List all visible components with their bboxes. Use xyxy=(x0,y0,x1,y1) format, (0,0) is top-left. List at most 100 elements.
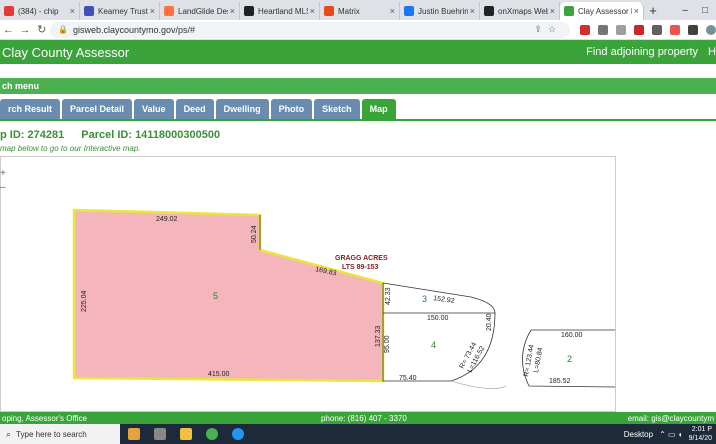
tab-label: Heartland MLS xyxy=(258,6,308,16)
dim-225: 225.04 xyxy=(81,290,88,312)
chrome-icon[interactable] xyxy=(206,428,218,440)
search-menu-bar[interactable]: ch menu xyxy=(0,78,716,94)
dim-249: 249.02 xyxy=(156,216,178,223)
dim-137: 137.33 xyxy=(375,325,382,347)
tab-close-icon[interactable]: × xyxy=(550,6,555,16)
taskbar-search-placeholder: Type here to search xyxy=(16,429,87,439)
tab-close-icon[interactable]: × xyxy=(310,6,315,16)
tab-label: Justin Buehring xyxy=(418,6,468,16)
extension-icon-2[interactable] xyxy=(598,24,609,35)
taskbar-search[interactable]: ⌕ Type here to search xyxy=(0,424,120,444)
tab-map[interactable]: Map xyxy=(361,99,396,119)
tab-sketch[interactable]: Sketch xyxy=(314,99,360,119)
reload-icon[interactable]: ↻ xyxy=(33,23,50,36)
file-explorer-icon[interactable] xyxy=(180,428,192,440)
search-menu-label: ch menu xyxy=(2,81,40,91)
tab-dwelling[interactable]: Dwelling xyxy=(215,99,269,119)
dim-8084: L=80.84 xyxy=(533,347,544,373)
task-view-icon[interactable] xyxy=(154,428,166,440)
tab-favicon-icon xyxy=(324,6,334,16)
tab-close-icon[interactable]: × xyxy=(470,6,475,16)
dim-50: 50.24 xyxy=(251,225,258,243)
tab-parcel-detail[interactable]: Parcel Detail xyxy=(62,99,133,119)
dim-150a: 150.00 xyxy=(427,315,449,322)
tray-icons[interactable]: ⌃ ▭ ◖ xyxy=(659,430,683,439)
parcel-map-svg: 249.02 50.24 169.83 225.04 415.00 137.33… xyxy=(72,208,615,389)
browser-tab-3[interactable]: Heartland MLS × xyxy=(240,2,320,20)
tab-close-icon[interactable]: × xyxy=(150,6,155,16)
tab-photo[interactable]: Photo xyxy=(270,99,313,119)
url-field[interactable]: 🔒 gisweb.claycountymo.gov/ps/# ⇪☆ xyxy=(50,21,571,38)
app-icon[interactable] xyxy=(232,428,244,440)
tab-label: Kearney Trust Co xyxy=(98,6,148,16)
extension-icon-3[interactable] xyxy=(616,24,627,35)
pdf-extension-icon[interactable] xyxy=(634,24,645,35)
maximize-button[interactable]: □ xyxy=(702,5,708,16)
browser-tab-4[interactable]: Matrix × xyxy=(320,2,400,20)
header-links: Find adjoining property H xyxy=(586,46,716,58)
header-link-h[interactable]: H xyxy=(708,46,716,58)
new-tab-button[interactable]: + xyxy=(644,2,662,20)
site-footer: oping, Assessor's Office phone: (816) 40… xyxy=(0,412,716,424)
find-adjoining-link[interactable]: Find adjoining property xyxy=(586,46,698,58)
zoom-in-button[interactable]: + xyxy=(0,167,10,181)
browser-tab-5[interactable]: Justin Buehring × xyxy=(400,2,480,20)
lock-icon: 🔒 xyxy=(58,25,68,34)
tab-value[interactable]: Value xyxy=(134,99,174,119)
tab-label: Clay Assessor Pa xyxy=(578,6,632,16)
lot-5-shape[interactable] xyxy=(72,208,385,383)
tab-favicon-icon xyxy=(244,6,254,16)
tab-favicon-icon xyxy=(564,6,574,16)
minimize-button[interactable]: – xyxy=(682,5,688,16)
dim-152: 152.92 xyxy=(433,295,455,305)
extension-icon-1[interactable] xyxy=(580,24,591,35)
footer-office: oping, Assessor's Office xyxy=(2,413,87,423)
clock-date: 9/14/20 xyxy=(688,435,712,442)
zoom-controls: + – xyxy=(0,167,10,195)
browser-tab-7[interactable]: Clay Assessor Pa× xyxy=(560,2,644,20)
tab-close-icon[interactable]: × xyxy=(390,6,395,16)
profile-avatar[interactable] xyxy=(706,24,716,35)
desktop-label[interactable]: Desktop xyxy=(624,430,653,439)
tab-favicon-icon xyxy=(484,6,494,16)
clock[interactable]: 2:01 P 9/14/20 xyxy=(689,425,712,443)
tab-close-icon[interactable]: × xyxy=(634,6,639,16)
taskbar-apps xyxy=(128,428,244,440)
lot-5-label: 5 xyxy=(213,291,218,301)
tab-close-icon[interactable]: × xyxy=(70,6,75,16)
browser-tab-0[interactable]: (384) - chip × xyxy=(0,2,80,20)
parcel-map[interactable]: 249.02 50.24 169.83 225.04 415.00 137.33… xyxy=(0,156,616,412)
bookmark-star-icon[interactable]: ⇪☆ xyxy=(534,24,562,35)
screen: (384) - chip×Kearney Trust Co×LandGlide … xyxy=(0,0,716,444)
tab-favicon-icon xyxy=(4,6,14,16)
puzzle-icon[interactable] xyxy=(688,24,699,35)
footer-email[interactable]: email: gis@claycountym xyxy=(628,414,716,423)
browser-tab-strip: (384) - chip×Kearney Trust Co×LandGlide … xyxy=(0,0,716,20)
subdivision-name: GRAGG ACRES xyxy=(335,255,388,262)
tab-favicon-icon xyxy=(164,6,174,16)
footer-phone: phone: (816) 407 - 3370 xyxy=(320,413,407,423)
tab-close-icon[interactable]: × xyxy=(230,6,235,16)
tab-label: (384) - chip xyxy=(18,6,59,16)
back-icon[interactable]: ← xyxy=(0,24,17,36)
browser-tab-1[interactable]: Kearney Trust Co× xyxy=(80,2,160,20)
extension-icon-5[interactable] xyxy=(652,24,663,35)
subdivision-lots: LTS 89-153 xyxy=(342,264,379,271)
clock-time: 2:01 P xyxy=(691,426,712,433)
browser-tab-2[interactable]: LandGlide Deskt× xyxy=(160,2,240,20)
map-id: p ID: 274281 xyxy=(0,129,65,141)
parcel-ids: p ID: 274281 Parcel ID: 14118000300500 xyxy=(0,129,234,141)
address-bar-row: ← → ↻ 🔒 gisweb.claycountymo.gov/ps/# ⇪☆ xyxy=(0,20,716,40)
extension-icon-6[interactable] xyxy=(670,24,681,35)
lot-2-label: 2 xyxy=(567,354,572,364)
tab-deed[interactable]: Deed xyxy=(175,99,214,119)
zoom-out-button[interactable]: – xyxy=(0,181,10,195)
tab-rch-result[interactable]: rch Result xyxy=(0,99,61,119)
tab-favicon-icon xyxy=(84,6,94,16)
forward-icon[interactable]: → xyxy=(17,24,34,36)
browser-tab-6[interactable]: onXmaps Web A× xyxy=(480,2,560,20)
url-text: gisweb.claycountymo.gov/ps/# xyxy=(72,24,196,35)
tab-favicon-icon xyxy=(404,6,414,16)
briefcase-icon[interactable] xyxy=(128,428,140,440)
site-title: Clay County Assessor xyxy=(2,44,130,60)
